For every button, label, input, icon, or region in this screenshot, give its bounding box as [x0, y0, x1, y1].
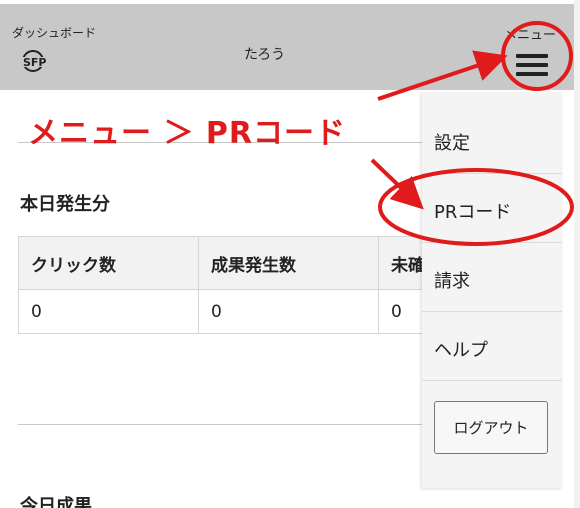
menu-divider	[422, 382, 562, 383]
next-section-title: 今日成果	[20, 496, 92, 508]
hamburger-bar	[516, 63, 548, 67]
sfp-logo-icon[interactable]: SFP	[22, 46, 64, 76]
arrow-to-pr-code	[370, 158, 424, 210]
table-header-row: クリック数 成果発生数 未確	[18, 236, 439, 290]
hamburger-bar	[516, 54, 548, 58]
table-cell: 0	[18, 289, 199, 334]
header-bar: ダッシュボード SFP たろう メニュー	[0, 0, 580, 90]
menu-item-settings[interactable]: 設定	[422, 106, 562, 174]
scrollbar-track[interactable]	[574, 0, 580, 508]
divider	[18, 424, 422, 425]
menu-item-help[interactable]: ヘルプ	[422, 313, 562, 381]
logout-button[interactable]: ログアウト	[434, 401, 548, 454]
hamburger-icon[interactable]	[516, 52, 550, 78]
hamburger-bar	[516, 72, 548, 76]
menu-item-label: PRコード	[434, 202, 512, 223]
table-cell: 0	[198, 289, 379, 334]
dashboard-label[interactable]: ダッシュボード	[12, 24, 96, 41]
today-section-title: 本日発生分	[20, 194, 110, 215]
today-stats-table: クリック数 成果発生数 未確 0 0 0	[18, 236, 439, 334]
menu-label[interactable]: メニュー	[504, 24, 556, 43]
column-header: クリック数	[18, 236, 199, 290]
menu-item-label: 設定	[434, 133, 470, 154]
menu-item-billing[interactable]: 請求	[422, 244, 562, 312]
menu-item-label: 請求	[434, 271, 470, 292]
table-row: 0 0 0	[18, 289, 439, 334]
menu-item-label: ヘルプ	[434, 340, 488, 361]
annotation-text: メニュー ＞ PRコード	[28, 116, 346, 151]
username: たろう	[244, 47, 286, 63]
logo-text: SFP	[23, 56, 47, 69]
column-header: 成果発生数	[198, 236, 379, 290]
menu-item-pr-code[interactable]: PRコード	[422, 175, 562, 243]
